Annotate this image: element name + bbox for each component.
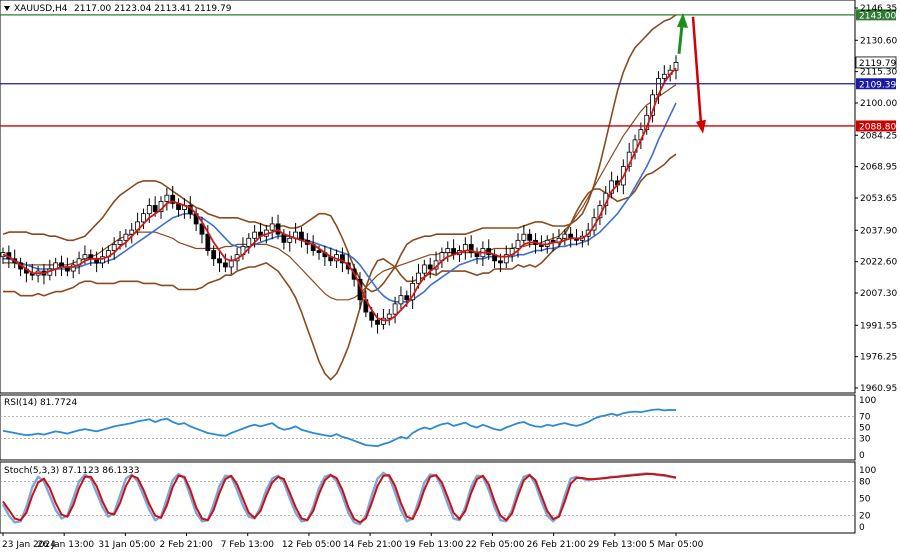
candle-body [211, 250, 217, 260]
y-tick-label: 2007.30 [860, 289, 897, 299]
candle-body [375, 319, 380, 325]
x-tick-label: 12 Feb 05:00 [282, 540, 341, 550]
rsi-tick-label: 100 [859, 396, 876, 406]
candle-body [269, 223, 275, 231]
main-chart-frame [0, 0, 856, 394]
x-tick-label: 5 Mar 05:00 [649, 540, 704, 550]
y-tick-label: 2146.35 [860, 4, 897, 14]
chart-ohlc: 2117.00 2123.04 2113.41 2119.79 [74, 4, 232, 14]
candle-body [164, 194, 170, 202]
x-tick-label: 7 Feb 13:00 [221, 540, 275, 550]
current-price-text: 2119.79 [859, 59, 896, 69]
candle-body [252, 231, 258, 239]
candle-body [123, 233, 129, 241]
candle-body [222, 262, 228, 268]
stoch-tick-label: 100 [859, 466, 876, 476]
y-tick-label: 2068.95 [860, 163, 897, 173]
candle-body [515, 239, 521, 249]
stoch-tick-label: 80 [859, 477, 871, 487]
candle-body [445, 248, 451, 254]
candle-body [217, 258, 222, 264]
candle-body [386, 313, 392, 319]
rsi-tick-label: 50 [859, 424, 871, 434]
rsi-tick-label: 0 [859, 451, 865, 461]
y-tick-label: 2053.65 [860, 194, 897, 204]
y-tick-label: 1976.25 [860, 353, 897, 363]
candle-body [205, 233, 211, 251]
candle-body [398, 295, 404, 305]
level-tag-text: 2109.39 [859, 80, 896, 90]
candle-body [275, 223, 281, 235]
rsi-tick-label: 70 [859, 413, 871, 423]
y-tick-label: 2115.30 [860, 68, 897, 78]
candle-body [246, 237, 252, 247]
stoch-tick-label: 0 [859, 523, 865, 533]
candle-body [462, 244, 468, 251]
chart-canvas: 1007050300 1008050200 2143.002109.392088… [0, 0, 900, 555]
x-tick-label: 26 Jan 13:00 [37, 540, 94, 550]
x-tick-label: 29 Feb 13:00 [588, 540, 647, 550]
candle-body [152, 205, 158, 213]
x-tick-label: 2 Feb 21:00 [160, 540, 214, 550]
y-tick-label: 1991.55 [860, 321, 897, 331]
candle-body [141, 213, 146, 223]
x-tick-label: 22 Feb 05:00 [465, 540, 524, 550]
x-tick-label: 31 Jan 05:00 [98, 540, 155, 550]
candle-body [527, 233, 533, 241]
y-tick-label: 2130.60 [860, 36, 897, 46]
y-tick-label: 1960.95 [860, 384, 897, 394]
candle-body [661, 73, 667, 79]
candle-body [498, 260, 503, 264]
y-tick-label: 2100.00 [860, 99, 897, 109]
candle-body [228, 260, 234, 268]
candle-body [562, 233, 568, 239]
y-tick-label: 2037.90 [860, 226, 897, 236]
candle-body [416, 272, 421, 284]
candle-body [404, 295, 410, 301]
candle-body [287, 237, 293, 243]
candle-body [82, 254, 88, 260]
candle-body [146, 205, 152, 215]
candle-body [421, 264, 427, 274]
rsi-label: RSI(14) 81.7724 [4, 398, 77, 408]
candle-body [117, 239, 123, 245]
x-tick-label: 19 Feb 13:00 [404, 540, 463, 550]
stoch-tick-label: 20 [859, 512, 871, 522]
x-tick-label: 14 Feb 21:00 [343, 540, 402, 550]
chart-symbol: XAUUSD,H4 [14, 4, 68, 14]
y-tick-label: 2022.60 [860, 258, 897, 268]
stoch-tick-label: 50 [859, 495, 871, 505]
x-tick-label: 26 Feb 21:00 [527, 540, 586, 550]
candle-body [521, 233, 527, 241]
candle-body [427, 264, 433, 270]
rsi-tick-label: 30 [859, 435, 871, 445]
y-tick-label: 2084.25 [860, 131, 897, 141]
candle-body [111, 244, 117, 251]
candle-body [392, 303, 398, 315]
stoch-label: Stoch(5,3,3) 87.1123 86.1333 [4, 466, 139, 476]
candle-body [316, 250, 322, 254]
